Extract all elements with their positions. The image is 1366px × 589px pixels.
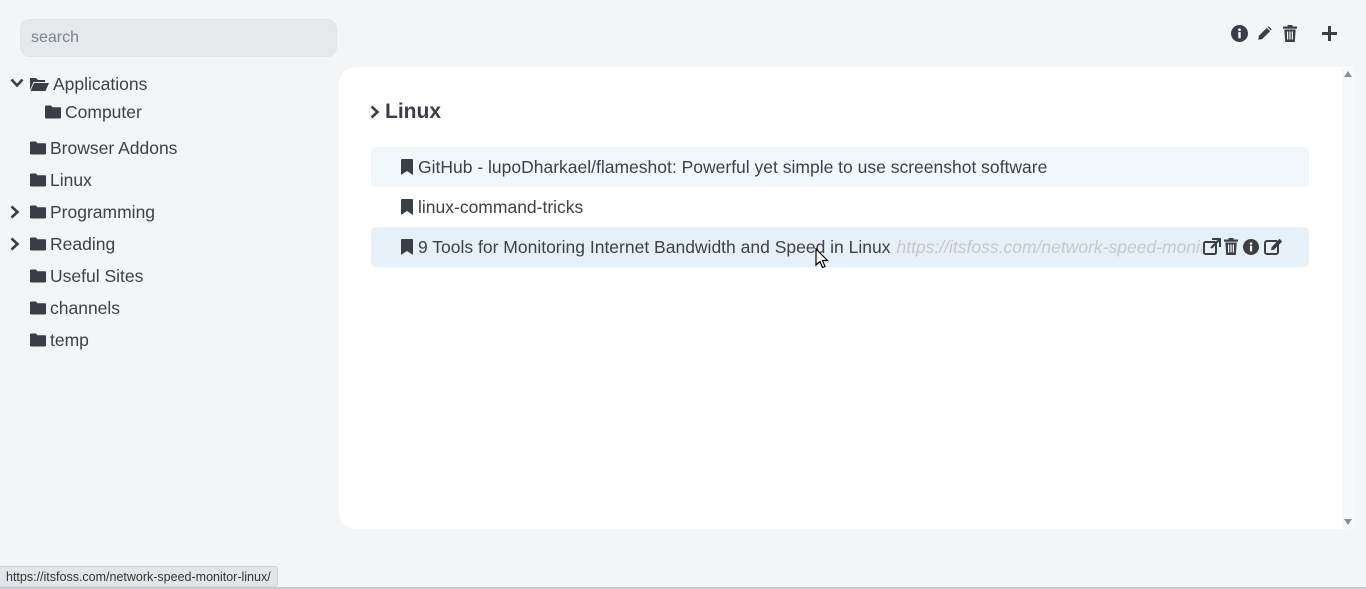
chevron-right-icon[interactable] — [10, 205, 20, 219]
bookmark-icon — [401, 159, 413, 175]
sidebar-item-label: Browser Addons — [50, 137, 178, 158]
scroll-down-arrow-icon[interactable] — [1344, 519, 1352, 525]
bookmark-title: linux-command-tricks — [418, 196, 584, 217]
bookmark-icon — [401, 239, 413, 255]
bookmark-row[interactable]: linux-command-tricks — [371, 187, 1309, 227]
sidebar-item-applications[interactable]: Applications — [8, 69, 328, 99]
vertical-scrollbar[interactable] — [1342, 67, 1354, 529]
sidebar-item-channels[interactable]: channels — [30, 293, 320, 323]
pencil-icon[interactable] — [1252, 22, 1278, 44]
edit-icon[interactable] — [1264, 238, 1283, 255]
mouse-cursor-icon — [815, 247, 829, 274]
trash-icon[interactable] — [1224, 238, 1238, 255]
group-title: Linux — [385, 100, 441, 123]
bookmark-row[interactable]: 9 Tools for Monitoring Internet Bandwidt… — [371, 227, 1309, 267]
chevron-right-icon[interactable] — [10, 237, 20, 251]
toolbar — [1228, 22, 1340, 44]
status-bar-url: https://itsfoss.com/network-speed-monito… — [0, 566, 278, 587]
sidebar-item-label: Applications — [53, 73, 148, 94]
info-icon[interactable] — [1228, 22, 1250, 44]
sidebar-item-label: Linux — [50, 169, 92, 190]
plus-icon[interactable] — [1318, 22, 1340, 44]
sidebar-item-label: Reading — [50, 233, 116, 254]
group-header-linux[interactable]: Linux — [370, 100, 441, 124]
folder-icon — [30, 333, 46, 347]
sidebar-item-temp[interactable]: temp — [30, 325, 320, 355]
sidebar-item-browser-addons[interactable]: Browser Addons — [30, 133, 320, 163]
folder-open-icon — [30, 77, 49, 92]
folder-icon — [30, 269, 46, 283]
folder-icon — [30, 173, 46, 187]
folder-icon — [30, 205, 46, 219]
sidebar-item-computer[interactable]: Computer — [45, 97, 325, 127]
trash-icon[interactable] — [1278, 22, 1302, 44]
bookmark-title: GitHub - lupoDharkael/flameshot: Powerfu… — [418, 156, 1048, 177]
sidebar-item-label: Useful Sites — [50, 265, 144, 286]
bookmark-icon — [401, 199, 413, 215]
sidebar-item-programming[interactable]: Programming — [8, 197, 328, 227]
external-link-icon[interactable] — [1203, 238, 1221, 255]
chevron-down-icon[interactable] — [10, 78, 24, 88]
sidebar-item-linux[interactable]: Linux — [30, 165, 320, 195]
folder-icon — [30, 141, 46, 155]
bookmark-url: https://itsfoss.com/network-speed-monito… — [896, 236, 1202, 257]
sidebar-item-label: channels — [50, 297, 121, 318]
bookmark-actions — [1203, 238, 1283, 255]
search-input[interactable] — [20, 19, 337, 57]
sidebar-item-useful-sites[interactable]: Useful Sites — [30, 261, 320, 291]
sidebar-item-label: Programming — [50, 201, 156, 222]
bookmark-panel — [339, 67, 1342, 529]
folder-icon — [30, 301, 46, 315]
sidebar-item-reading[interactable]: Reading — [8, 229, 328, 259]
scroll-up-arrow-icon[interactable] — [1344, 71, 1352, 77]
sidebar-item-label: Computer — [65, 101, 142, 122]
info-icon[interactable] — [1243, 238, 1259, 255]
folder-icon — [30, 237, 46, 251]
bookmark-row[interactable]: GitHub - lupoDharkael/flameshot: Powerfu… — [371, 147, 1309, 187]
chevron-right-icon[interactable] — [370, 105, 380, 119]
sidebar-item-label: temp — [50, 329, 89, 350]
folder-icon — [45, 105, 61, 119]
